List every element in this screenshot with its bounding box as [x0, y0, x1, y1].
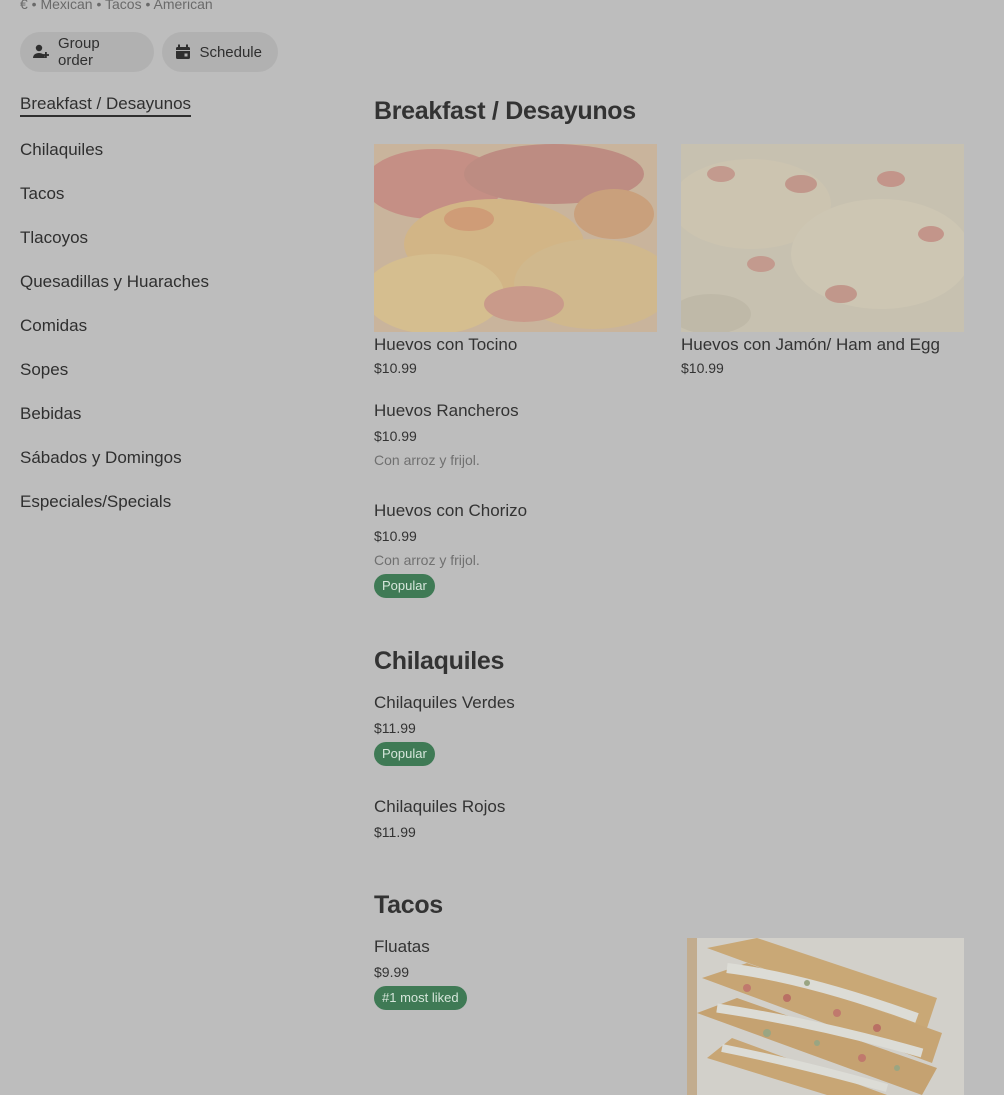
nav-item-comidas[interactable]: Comidas: [20, 316, 87, 336]
calendar-icon: [174, 43, 191, 61]
popular-badge: Popular: [374, 742, 435, 766]
item-price: $10.99: [374, 428, 417, 444]
item-price: $10.99: [681, 360, 724, 376]
item-name[interactable]: Chilaquiles Verdes: [374, 693, 515, 713]
nav-item-quesadillas[interactable]: Quesadillas y Huaraches: [20, 272, 209, 292]
section-title-breakfast: Breakfast / Desayunos: [374, 97, 636, 125]
item-description: Con arroz y frijol.: [374, 552, 480, 568]
ham-eggs-image[interactable]: [681, 144, 964, 332]
nav-item-chilaquiles[interactable]: Chilaquiles: [20, 140, 103, 160]
item-price: $9.99: [374, 964, 410, 980]
section-title-chilaquiles: Chilaquiles: [374, 647, 505, 675]
nav-item-sopes[interactable]: Sopes: [20, 360, 68, 380]
item-name[interactable]: Chilaquiles Rojos: [374, 797, 505, 817]
most-liked-badge: #1 most liked: [374, 986, 467, 1010]
nav-item-tacos[interactable]: Tacos: [20, 184, 64, 204]
nav-item-especiales[interactable]: Especiales/Specials: [20, 492, 171, 512]
item-price: $10.99: [374, 528, 417, 544]
nav-item-tlacoyos[interactable]: Tlacoyos: [20, 228, 88, 248]
add-person-icon: [32, 43, 50, 61]
nav-item-sabados[interactable]: Sábados y Domingos: [20, 448, 182, 468]
store-meta: € • Mexican • Tacos • American: [20, 0, 213, 12]
item-name[interactable]: Huevos Rancheros: [374, 401, 519, 421]
item-name[interactable]: Huevos con Jamón/ Ham and Egg: [681, 335, 940, 355]
item-price: $10.99: [374, 360, 417, 376]
schedule-label: Schedule: [199, 43, 262, 61]
item-description: Con arroz y frijol.: [374, 452, 480, 468]
section-title-tacos: Tacos: [374, 891, 443, 919]
nav-item-bebidas[interactable]: Bebidas: [20, 404, 81, 424]
item-price: $11.99: [374, 720, 416, 736]
item-name[interactable]: Huevos con Tocino: [374, 335, 517, 355]
item-price: $11.99: [374, 824, 416, 840]
item-name[interactable]: Huevos con Chorizo: [374, 501, 527, 521]
schedule-button[interactable]: Schedule: [162, 32, 278, 72]
nav-item-breakfast[interactable]: Breakfast / Desayunos: [20, 94, 192, 117]
group-order-button[interactable]: Group order: [20, 32, 154, 72]
item-name[interactable]: Fluatas: [374, 937, 430, 957]
group-order-label: Group order: [58, 35, 100, 69]
popular-badge: Popular: [374, 574, 435, 598]
flautas-image[interactable]: [687, 938, 964, 1095]
bacon-eggs-image[interactable]: [374, 144, 657, 332]
